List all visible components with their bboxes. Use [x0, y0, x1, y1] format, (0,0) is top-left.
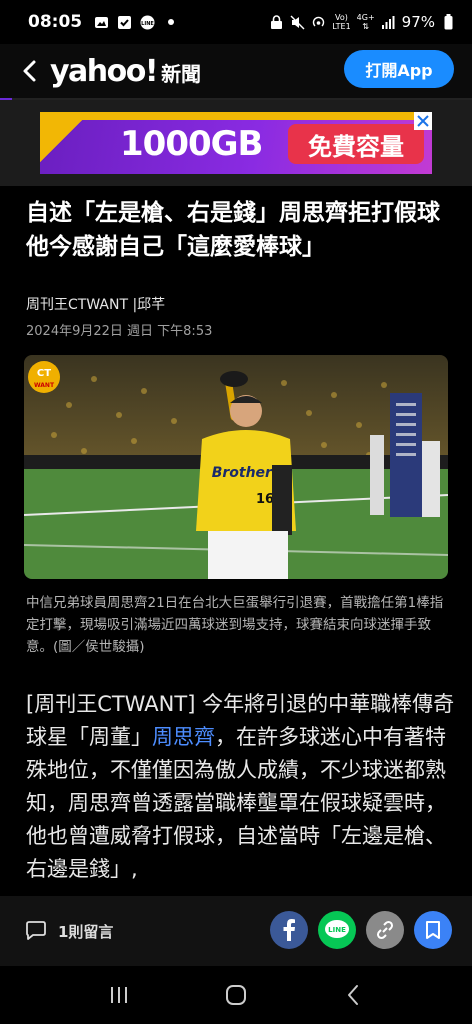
dot-icon — [163, 15, 178, 30]
article-photo[interactable]: Brothers 16 CT WANT — [24, 355, 448, 579]
lock-icon — [269, 14, 284, 30]
jersey-number-text: 16 — [256, 492, 274, 507]
battery-icon — [441, 14, 456, 30]
status-bar: 08:05 LINE Vo) LTE1 4G+ ⇅ 97% — [0, 0, 472, 44]
article-headline: 自述「左是槍、右是錢」周思齊拒打假球 他今感謝自己「這麼愛棒球」 — [26, 200, 440, 260]
news-label: 新聞 — [161, 61, 202, 86]
bottom-toolbar: 1則留言 LINE — [0, 896, 472, 966]
recents-icon — [110, 987, 127, 1003]
svg-text:LINE: LINE — [328, 926, 346, 934]
jersey-team-text: Brothers — [212, 465, 281, 481]
check-icon — [117, 15, 132, 30]
article-byline[interactable]: 周刊王CTWANT |邱芊 — [26, 294, 165, 314]
back-chevron-icon — [23, 60, 36, 82]
yahoo-logo-text: yahoo! — [50, 53, 159, 89]
ad-close-button[interactable] — [414, 112, 432, 130]
line-notification-icon: LINE — [140, 15, 155, 30]
bookmark-button[interactable] — [414, 911, 452, 949]
article-date: 2024年9月22日 週日 下午8:53 — [26, 324, 213, 339]
link-icon — [376, 920, 394, 940]
facebook-share-button[interactable] — [270, 911, 308, 949]
copy-link-button[interactable] — [366, 911, 404, 949]
signal-icon — [381, 15, 396, 30]
yahoo-news-logo[interactable]: yahoo! 新聞 — [50, 54, 201, 89]
battery-percent: 97% — [401, 13, 435, 31]
open-app-button[interactable]: 打開App — [344, 50, 454, 88]
system-nav-bar — [0, 966, 472, 1024]
app-bar: yahoo! 新聞 打開App — [0, 44, 472, 98]
back-icon — [348, 985, 359, 1005]
line-icon: LINE — [325, 920, 349, 938]
gallery-icon — [94, 15, 109, 30]
photo-caption: 中信兄弟球員周思齊21日在台北大巨蛋舉行引退賽，首戰擔任第1棒指定打擊，現場吸引… — [26, 595, 444, 655]
home-icon — [225, 985, 246, 1005]
ad-decoration — [40, 112, 104, 174]
close-icon — [417, 115, 429, 127]
bookmark-icon — [426, 921, 440, 939]
status-time: 08:05 — [28, 12, 83, 32]
mute-icon — [290, 15, 305, 30]
svg-text:LINE: LINE — [141, 21, 154, 27]
hotspot-icon — [311, 15, 326, 30]
system-back-button[interactable] — [333, 975, 373, 1015]
ad-area: 1000GB 免費容量 — [0, 100, 472, 186]
share-actions: LINE — [270, 911, 452, 949]
comment-icon — [26, 921, 46, 940]
player-link[interactable]: 周思齊 — [152, 725, 215, 749]
volte-indicator: Vo) LTE1 — [332, 13, 351, 31]
facebook-icon — [283, 919, 295, 941]
photo-logo-bottom: WANT — [34, 382, 55, 389]
recents-button[interactable] — [99, 975, 139, 1015]
photo-logo-top: CT — [37, 368, 51, 379]
back-button[interactable] — [14, 49, 44, 93]
comments-button[interactable]: 1則留言 — [24, 920, 113, 942]
home-button[interactable] — [216, 975, 256, 1015]
comment-count: 1則留言 — [58, 922, 114, 941]
line-share-button[interactable]: LINE — [318, 911, 356, 949]
ad-pill: 免費容量 — [288, 124, 424, 164]
ad-banner[interactable]: 1000GB 免費容量 — [40, 112, 432, 174]
article-body: [周刊王CTWANT] 今年將引退的中華職棒傳奇球星「周董」周思齊，在許多球迷心… — [26, 688, 456, 886]
ad-headline: 1000GB — [120, 124, 263, 164]
network-type-indicator: 4G+ ⇅ — [356, 13, 375, 31]
